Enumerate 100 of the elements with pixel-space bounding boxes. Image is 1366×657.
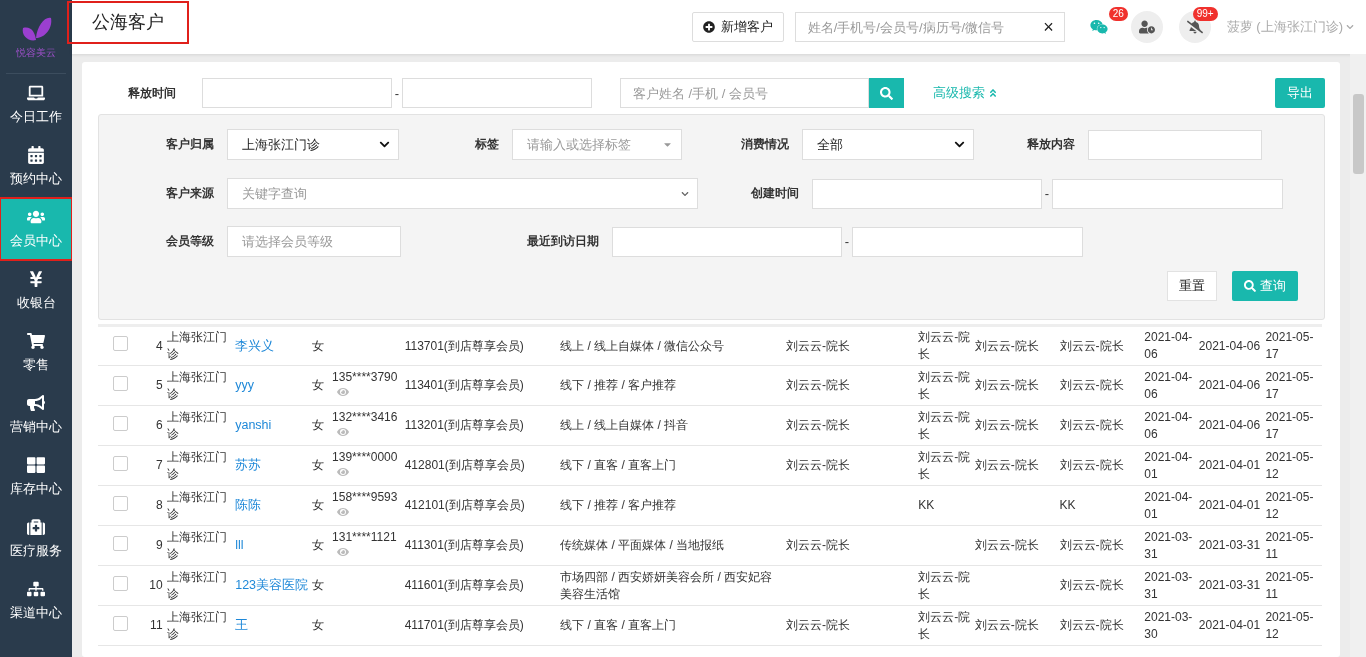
sidebar-item[interactable]: 预约中心 bbox=[0, 136, 72, 198]
export-button[interactable]: 导出 bbox=[1275, 78, 1325, 108]
table-cell-text: 2021-03-31 bbox=[1144, 568, 1194, 603]
customer-name-link[interactable]: yanshi bbox=[235, 418, 272, 432]
eye-icon[interactable] bbox=[337, 465, 350, 478]
consumption-select[interactable]: 全部 bbox=[802, 129, 974, 160]
phone-number: 158****9593 bbox=[332, 488, 399, 506]
table-cell: 女 bbox=[311, 538, 324, 552]
sidebar-item[interactable]: 库存中心 bbox=[0, 446, 72, 508]
table-cell: KK bbox=[1059, 498, 1076, 512]
table-cell: 刘云云-院长 bbox=[974, 618, 1039, 632]
field-label: 创建时间 bbox=[750, 185, 799, 202]
advanced-search-link[interactable]: 高级搜索 bbox=[933, 84, 998, 102]
eye-icon[interactable] bbox=[337, 505, 350, 518]
customer-name-link[interactable]: 陈陈 bbox=[235, 498, 262, 512]
eye-icon[interactable] bbox=[337, 425, 350, 438]
sidebar-item[interactable]: 收银台 bbox=[0, 260, 72, 322]
table-cell: 线上 / 线上自媒体 / 抖音 bbox=[560, 417, 689, 434]
table-cell: 刘云云-院长 bbox=[786, 457, 851, 474]
customer-search-field[interactable]: 客户姓名 /手机 / 会员号 bbox=[620, 78, 869, 108]
phone-number: 131****1121 bbox=[332, 528, 398, 546]
source-select[interactable]: 关键字查询 bbox=[227, 178, 698, 209]
table-cell-text: 2021-03-31 bbox=[1144, 528, 1194, 563]
date-input[interactable] bbox=[402, 78, 592, 108]
query-button[interactable]: 查询 bbox=[1232, 271, 1298, 301]
scrollbar-thumb[interactable] bbox=[1352, 94, 1364, 174]
eye-icon[interactable] bbox=[337, 385, 350, 398]
date-input[interactable] bbox=[812, 178, 1042, 209]
member-level-field[interactable]: 请选择会员等级 bbox=[227, 226, 401, 257]
date-input[interactable] bbox=[612, 226, 842, 257]
range-separator: - bbox=[843, 234, 851, 249]
table-cell: 2021-04-01 bbox=[1198, 618, 1261, 632]
grid-icon bbox=[27, 456, 45, 474]
row-checkbox[interactable] bbox=[112, 575, 128, 591]
team-button[interactable] bbox=[1130, 11, 1163, 43]
search-field[interactable]: 姓名/手机号/会员号/病历号/微信号 × bbox=[794, 12, 1065, 42]
table-cell-text: 上海张江门诊 bbox=[166, 528, 228, 563]
customer-name-link[interactable]: 李兴义 bbox=[235, 338, 275, 353]
search-button[interactable] bbox=[869, 78, 904, 108]
sidebar-item[interactable]: 医疗服务 bbox=[0, 508, 72, 570]
count-badge: 99+ bbox=[1192, 7, 1218, 21]
table-cell: 2021-04-06 bbox=[1198, 338, 1261, 353]
yen-icon bbox=[27, 270, 45, 288]
customer-name-link[interactable]: lll bbox=[235, 538, 244, 552]
table-cell: 113201(到店尊享会员) bbox=[404, 418, 524, 432]
table-cell-text: 上海张江门诊 bbox=[166, 488, 228, 523]
row-checkbox[interactable] bbox=[112, 455, 128, 471]
sidebar-item[interactable]: 零售 bbox=[0, 322, 72, 384]
table-cell: 刘云云-院长 bbox=[918, 448, 971, 483]
row-checkbox[interactable] bbox=[112, 375, 128, 391]
table-cell-text: 2021-05-17 bbox=[1265, 329, 1315, 363]
row-number: 7 bbox=[155, 458, 163, 472]
date-input[interactable] bbox=[202, 78, 392, 108]
clear-button[interactable]: × bbox=[1043, 16, 1054, 38]
chevron-down-icon bbox=[954, 139, 965, 150]
customer-name-link[interactable]: 王 bbox=[235, 618, 249, 632]
page-title: 公海客户 bbox=[67, 0, 189, 44]
table-cell: KK bbox=[918, 497, 935, 514]
row-checkbox[interactable] bbox=[112, 495, 128, 511]
eye-icon[interactable] bbox=[337, 545, 350, 558]
users-icon bbox=[27, 208, 45, 226]
notification-button[interactable] bbox=[1178, 11, 1211, 43]
row-checkbox[interactable] bbox=[112, 415, 128, 431]
add-customer-button[interactable]: 新增客户 bbox=[691, 12, 784, 42]
row-checkbox[interactable] bbox=[112, 615, 128, 631]
table-cell: 女 bbox=[311, 458, 324, 472]
table-cell: 女 bbox=[311, 338, 324, 353]
table-cell-text: 2021-03-30 bbox=[1144, 608, 1194, 643]
table-cell: 女 bbox=[311, 618, 324, 632]
user-menu[interactable]: 菠萝 (上海张江门诊) bbox=[1226, 18, 1354, 36]
table-cell: 女 bbox=[311, 418, 324, 432]
date-input[interactable] bbox=[852, 226, 1083, 257]
sidebar-item[interactable]: 今日工作 bbox=[0, 74, 72, 136]
logo-text: 悦容美云 bbox=[16, 45, 56, 60]
reset-button[interactable]: 重置 bbox=[1167, 271, 1217, 301]
table-cell: 线上 / 线上自媒体 / 微信公众号 bbox=[560, 337, 725, 355]
sidebar-item[interactable]: 渠道中心 bbox=[0, 570, 72, 632]
table-cell: 刘云云-院长 bbox=[786, 617, 851, 634]
clinic-select[interactable]: 上海张江门诊 bbox=[227, 129, 399, 160]
chevron-down-icon bbox=[379, 139, 390, 150]
table-cell-text: 2021-05-12 bbox=[1265, 608, 1315, 643]
table-cell-text: 上海张江门诊 bbox=[166, 408, 228, 443]
sidebar-item[interactable]: 营销中心 bbox=[0, 384, 72, 446]
row-number: 6 bbox=[155, 418, 163, 432]
field-label: 客户归属 bbox=[165, 136, 214, 153]
count-badge: 26 bbox=[1108, 7, 1128, 21]
text-input[interactable] bbox=[1088, 129, 1262, 160]
tag-select[interactable]: 请输入或选择标签 bbox=[512, 129, 682, 160]
laptop-icon bbox=[27, 84, 45, 102]
date-input[interactable] bbox=[1052, 178, 1283, 209]
customer-name-link[interactable]: 123美容医院 bbox=[235, 578, 309, 592]
row-checkbox[interactable] bbox=[112, 336, 128, 351]
range-separator: - bbox=[393, 85, 401, 101]
row-checkbox[interactable] bbox=[112, 535, 128, 551]
table-cell: 刘云云-院长 bbox=[974, 378, 1039, 392]
sidebar-item[interactable]: 会员中心 bbox=[0, 198, 72, 260]
megaphone-icon bbox=[27, 394, 45, 412]
customer-name-link[interactable]: 苏苏 bbox=[235, 458, 262, 472]
customer-name-link[interactable]: yyy bbox=[235, 378, 254, 392]
chevron-down-icon bbox=[681, 189, 689, 198]
